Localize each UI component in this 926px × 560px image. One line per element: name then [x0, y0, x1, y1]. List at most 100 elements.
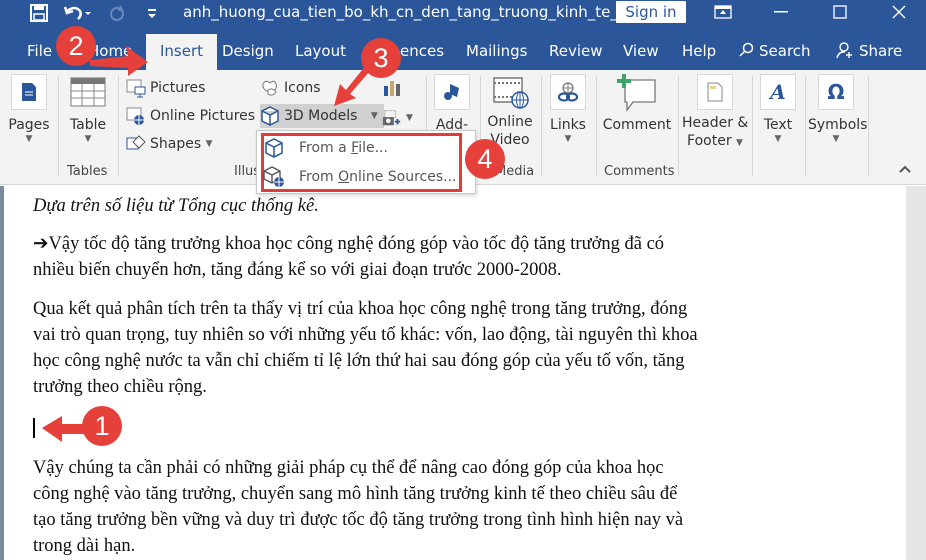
annotation-marker-1: 1: [82, 406, 122, 446]
table-label: Table: [69, 117, 107, 133]
redo-icon[interactable]: [106, 2, 128, 24]
menu-item-from-online-sources[interactable]: From Online Sources...: [263, 164, 457, 190]
icons-button[interactable]: Icons: [260, 76, 321, 100]
menu-item-from-file[interactable]: From a File...: [263, 135, 388, 161]
symbols-button[interactable]: Ω Symbols ▼: [808, 74, 868, 144]
doc-line: vai trò quan trọng, tuy nhiên so với nhữ…: [33, 325, 698, 345]
doc-line: trưởng theo chiều rộng.: [33, 377, 207, 397]
menu-item-label: From Online Sources...: [299, 169, 457, 185]
maximize-button[interactable]: [817, 0, 863, 24]
shapes-button[interactable]: Shapes ▼: [126, 132, 213, 156]
group-label-tables: Tables: [67, 164, 108, 179]
collapse-ribbon-button[interactable]: [898, 162, 912, 178]
add-ins-button[interactable]: Add-: [432, 74, 472, 134]
symbols-label: Symbols: [808, 117, 868, 133]
annotation-marker-2: 2: [56, 26, 96, 66]
tab-review[interactable]: Review: [549, 34, 603, 70]
search-icon: [738, 34, 754, 68]
pages-icon: [11, 74, 47, 110]
chevron-down-icon: ▼: [832, 134, 840, 144]
text-cursor: [33, 418, 35, 438]
online-pictures-button[interactable]: Online Pictures: [126, 104, 255, 128]
tab-insert[interactable]: Insert: [146, 34, 218, 70]
customize-qat-icon[interactable]: [144, 2, 160, 24]
tab-mailings[interactable]: Mailings: [466, 34, 527, 70]
share-button[interactable]: Share: [836, 34, 902, 70]
doc-line: tạo tăng trưởng bền vững và duy trì được…: [33, 510, 684, 530]
online-video-button[interactable]: Online Video: [486, 74, 534, 149]
header-footer-button[interactable]: Header & Footer ▼: [682, 74, 748, 152]
save-icon[interactable]: [28, 2, 50, 24]
doc-line: công nghệ vào tăng trưởng, chuyển sang m…: [33, 484, 678, 504]
minimize-button[interactable]: [758, 0, 804, 24]
comment-label: Comment: [602, 117, 672, 133]
chart-icon: [382, 78, 402, 98]
annotation-marker-3: 3: [361, 38, 401, 78]
new-comment-icon: [617, 74, 657, 112]
doc-line: Vậy chúng ta cần phải có những giải pháp…: [33, 458, 664, 478]
table-button[interactable]: Table ▼: [66, 74, 110, 144]
screenshot-icon: [382, 108, 402, 128]
undo-icon[interactable]: [62, 2, 92, 24]
add-ins-icon: [434, 74, 470, 110]
3d-models-dropdown-menu: From a File... From Online Sources...: [256, 130, 476, 194]
group-separator: [541, 76, 542, 176]
window-left-edge: [0, 186, 4, 560]
3d-models-label: 3D Models: [284, 108, 358, 124]
group-separator: [596, 76, 597, 176]
tab-file[interactable]: File: [27, 34, 52, 70]
sign-in-button[interactable]: Sign in: [616, 1, 686, 23]
online-3d-model-icon: [263, 166, 285, 188]
vertical-scrollbar[interactable]: [906, 186, 926, 560]
tab-help[interactable]: Help: [682, 34, 716, 70]
tab-references[interactable]: ences: [400, 34, 444, 70]
chevron-down-icon: ▼: [774, 134, 782, 144]
chevron-down-icon: ▼: [564, 134, 572, 144]
chevron-down-icon: ▼: [736, 138, 743, 148]
chevron-up-icon: [899, 165, 911, 173]
links-icon: [550, 74, 586, 110]
3d-cube-icon: [260, 106, 280, 126]
shapes-icon: [126, 134, 146, 154]
doc-line: nhiều biến chuyển hơn, tăng đáng kể so v…: [33, 260, 562, 280]
search-button[interactable]: Search: [738, 34, 811, 70]
chevron-down-icon: ▼: [84, 134, 92, 144]
doc-line: Qua kết quả phân tích trên ta thấy vị tr…: [33, 299, 688, 319]
text-label: Text: [763, 117, 793, 133]
screenshot-button[interactable]: ▼: [382, 106, 413, 130]
pages-button[interactable]: Pages ▼: [8, 74, 50, 144]
tab-view[interactable]: View: [623, 34, 659, 70]
doc-line: học công nghệ nước ta vẫn chỉ chiếm tỉ l…: [33, 351, 685, 371]
doc-line: trong dài hạn.: [33, 536, 136, 556]
comment-button[interactable]: Comment: [602, 74, 672, 134]
group-separator: [805, 76, 806, 176]
chevron-down-icon: ▼: [406, 113, 413, 123]
online-pictures-label: Online Pictures: [150, 108, 256, 124]
annotation-marker-4: 4: [465, 139, 505, 179]
links-button[interactable]: Links ▼: [548, 74, 588, 144]
chevron-down-icon: ▼: [205, 139, 213, 149]
chevron-down-icon: ▼: [25, 134, 33, 144]
group-separator: [58, 76, 59, 176]
share-label: Share: [859, 42, 903, 60]
title-bar: anh_huong_cua_tien_bo_kh_cn_den_tang_tru…: [0, 0, 926, 34]
close-button[interactable]: [876, 0, 922, 24]
menu-item-label: From a File...: [299, 140, 388, 156]
online-video-icon: [490, 74, 530, 110]
search-label: Search: [759, 42, 811, 60]
tab-design[interactable]: Design: [222, 34, 274, 70]
chevron-down-icon: ▼: [370, 111, 378, 121]
header-footer-icon: [697, 74, 733, 110]
chart-button[interactable]: [382, 76, 406, 100]
pictures-label: Pictures: [150, 80, 206, 96]
text-button[interactable]: A Text ▼: [758, 74, 798, 144]
annotation-arrow-2: [90, 46, 148, 76]
ribbon-display-options-button[interactable]: [700, 0, 746, 24]
group-separator: [868, 76, 869, 176]
online-pictures-icon: [126, 106, 146, 126]
icons-label: Icons: [284, 80, 321, 96]
group-separator: [678, 76, 679, 176]
icons-icon: [260, 78, 280, 98]
share-person-icon: [836, 34, 854, 68]
doc-line-source: Dựa trên số liệu từ Tổng cục thống kê.: [33, 196, 319, 216]
